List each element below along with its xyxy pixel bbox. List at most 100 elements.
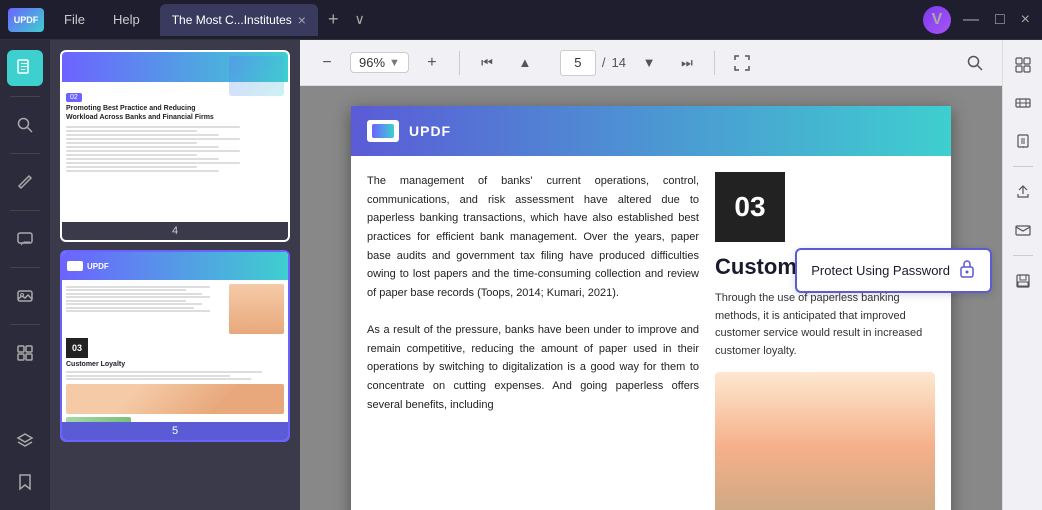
- thumb4-line-10: [66, 162, 240, 164]
- right-actions: [1002, 40, 1042, 510]
- menu-bar: File Help: [52, 8, 152, 31]
- toolbar: − 96% ▼ + ⏮ ▲ / 14 ▼ ⏭: [300, 40, 1002, 86]
- thumb4-line-3: [66, 134, 219, 136]
- thumb5-body: 03 Customer Loyalty: [62, 280, 288, 422]
- pdf-face: [715, 372, 935, 510]
- zoom-display: 96% ▼: [350, 52, 409, 73]
- avatar: V: [923, 6, 951, 34]
- sidebar-icon-organize[interactable]: [7, 335, 43, 371]
- pdf-paragraph-1: The management of banks' current operati…: [367, 172, 699, 303]
- sidebar-divider-4: [10, 267, 40, 268]
- thumb4-line-9: [66, 158, 219, 160]
- thumb4-title: Promoting Best Practice and Reducing Wor…: [66, 104, 225, 122]
- thumb-5-number: 5: [62, 422, 288, 440]
- search-button[interactable]: [960, 48, 990, 78]
- tab-area: The Most C...Institutes × + ∨: [160, 4, 915, 36]
- thumb4-lines: [66, 126, 284, 172]
- protect-password-label: Protect Using Password: [811, 263, 950, 278]
- window-maximize[interactable]: □: [991, 11, 1009, 29]
- right-action-divider-2: [1013, 255, 1033, 256]
- pdf-brand: UPDF: [409, 123, 451, 139]
- toolbar-divider-2: [714, 51, 715, 75]
- sidebar-icon-search[interactable]: [7, 107, 43, 143]
- pdf-body: The management of banks' current operati…: [351, 156, 951, 510]
- tab-overflow-button[interactable]: ∨: [348, 11, 370, 28]
- page-prev-button[interactable]: ▲: [510, 48, 540, 78]
- menu-help[interactable]: Help: [101, 8, 152, 31]
- thumb5-logo: [67, 261, 83, 271]
- pdf-page: UPDF The management of banks' current op…: [351, 106, 951, 510]
- window-minimize[interactable]: —: [959, 11, 983, 29]
- right-action-send[interactable]: [1008, 215, 1038, 245]
- thumb4-line-8: [66, 154, 197, 156]
- sidebar-divider-3: [10, 210, 40, 211]
- pdf-customer-image: [715, 372, 935, 510]
- zoom-in-button[interactable]: +: [417, 48, 447, 78]
- thumb5-col-layout: [66, 284, 284, 334]
- pdf-left-col: The management of banks' current operati…: [367, 172, 699, 510]
- right-action-divider-1: [1013, 166, 1033, 167]
- toolbar-right: [960, 48, 990, 78]
- page-input[interactable]: [560, 50, 596, 76]
- page-next-button[interactable]: ▼: [634, 48, 664, 78]
- lock-icon: [958, 258, 976, 283]
- right-action-grid[interactable]: [1008, 50, 1038, 80]
- thumb4-line-4: [66, 138, 240, 140]
- protect-password-button[interactable]: Protect Using Password: [795, 248, 992, 293]
- page-total: 14: [612, 55, 626, 70]
- sidebar-icon-bookmark[interactable]: [7, 464, 43, 500]
- right-action-ocr[interactable]: [1008, 88, 1038, 118]
- toolbar-divider-1: [459, 51, 460, 75]
- thumb5-header: UPDF: [62, 252, 288, 280]
- sidebar-icons: [0, 40, 50, 510]
- thumbnail-panel[interactable]: 02 Promoting Best Practice and Reducing …: [50, 40, 300, 510]
- zoom-dropdown-button[interactable]: ▼: [389, 57, 400, 69]
- app-logo: UPDF: [8, 8, 44, 32]
- new-tab-button[interactable]: +: [322, 9, 345, 30]
- right-action-extract[interactable]: [1008, 126, 1038, 156]
- thumb-4-content: 02 Promoting Best Practice and Reducing …: [62, 52, 288, 222]
- pdf-paragraph-2: As a result of the pressure, banks have …: [367, 321, 699, 414]
- tab-label: The Most C...Institutes: [172, 13, 292, 27]
- pdf-section-desc: Through the use of paperless banking met…: [715, 290, 935, 360]
- thumb4-line-1: [66, 126, 240, 128]
- right-action-save[interactable]: [1008, 266, 1038, 296]
- pdf-right-col: 03 Customer Loyalty Through the use of p…: [715, 172, 935, 510]
- window-controls: V — □ ×: [923, 6, 1034, 34]
- sidebar-icon-layers[interactable]: [7, 422, 43, 458]
- thumb4-image: [229, 56, 284, 96]
- window-close[interactable]: ×: [1017, 11, 1034, 29]
- page-last-button[interactable]: ⏭: [672, 48, 702, 78]
- active-tab[interactable]: The Most C...Institutes ×: [160, 4, 318, 36]
- sidebar-divider-5: [10, 324, 40, 325]
- pdf-logo-box: [367, 120, 399, 142]
- sidebar-icon-image[interactable]: [7, 278, 43, 314]
- sidebar-icon-comment[interactable]: [7, 221, 43, 257]
- pdf-header-bar: UPDF: [351, 106, 951, 156]
- sidebar-divider-2: [10, 153, 40, 154]
- zoom-out-button[interactable]: −: [312, 48, 342, 78]
- page-first-button[interactable]: ⏮: [472, 48, 502, 78]
- pdf-area: UPDF The management of banks' current op…: [300, 86, 1002, 510]
- thumb4-tag: 02: [66, 93, 82, 102]
- sidebar-icon-edit[interactable]: [7, 164, 43, 200]
- thumb4-line-7: [66, 150, 240, 152]
- right-action-share[interactable]: [1008, 177, 1038, 207]
- thumb4-line-5: [66, 142, 197, 144]
- thumb-5-content: UPDF: [62, 252, 288, 422]
- thumb4-line-12: [66, 170, 219, 172]
- fit-screen-button[interactable]: [727, 48, 757, 78]
- thumb4-line-6: [66, 146, 219, 148]
- thumb5-num: UPDF: [87, 262, 109, 271]
- thumbnail-page-4[interactable]: 02 Promoting Best Practice and Reducing …: [60, 50, 290, 242]
- tab-close-button[interactable]: ×: [298, 12, 306, 28]
- pdf-section-number: 03: [715, 172, 785, 242]
- thumbnail-page-5[interactable]: UPDF: [60, 250, 290, 442]
- page-navigation: / 14: [560, 50, 626, 76]
- menu-file[interactable]: File: [52, 8, 97, 31]
- thumb4-line-2: [66, 130, 197, 132]
- thumb-4-number: 4: [62, 222, 288, 240]
- sidebar-icon-pages[interactable]: [7, 50, 43, 86]
- pdf-logo-inner: [372, 124, 394, 138]
- title-bar: UPDF File Help The Most C...Institutes ×…: [0, 0, 1042, 40]
